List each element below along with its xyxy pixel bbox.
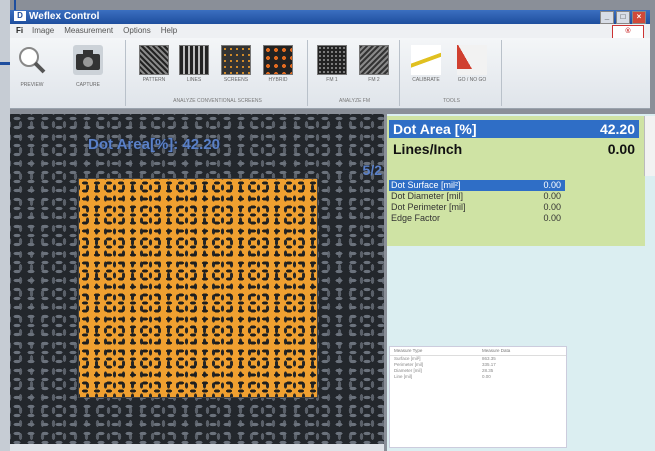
- app-logo-icon: D: [14, 11, 26, 22]
- table-row[interactable]: Line [mil] 0.00: [390, 374, 566, 380]
- fm2-button[interactable]: FM 2: [358, 45, 390, 89]
- lines-value: 0.00: [607, 141, 635, 157]
- hybrid-icon: [263, 45, 293, 75]
- pattern-button[interactable]: PATTERN: [138, 45, 170, 89]
- lines-row[interactable]: Lines/Inch 0.00: [389, 140, 639, 158]
- page-indicator: 5/2: [362, 162, 382, 178]
- dot-area-row[interactable]: Dot Area [%] 42.20: [389, 120, 639, 138]
- lines-label: Lines/Inch: [393, 141, 463, 157]
- camera-icon: [73, 45, 103, 75]
- fm-group-label: ANALYZE FM: [338, 98, 371, 104]
- calibrate-button[interactable]: CALIBRATE: [410, 45, 442, 89]
- menu-image[interactable]: Image: [32, 24, 54, 38]
- table-header: Measure Type Measure Data: [390, 347, 566, 356]
- results-panel: Dot Area [%] 42.20 Lines/Inch 0.00 Dot S…: [387, 114, 655, 451]
- column-header-type: Measure Type: [394, 348, 423, 353]
- list-item[interactable]: Dot Perimeter [mil] 0.00: [389, 202, 565, 213]
- app-window: D Weflex Control _ □ × Fi Image Measureme…: [0, 0, 655, 451]
- ribbon-toolbar: PREVIEW CAPTURE PATTERN LINES SCREENS HY…: [10, 38, 650, 109]
- tools-group-label: TOOLS: [443, 98, 460, 104]
- screens-icon: [221, 45, 251, 75]
- lines-icon: [179, 45, 209, 75]
- preview-label: PREVIEW: [20, 82, 44, 88]
- minimize-button[interactable]: _: [600, 11, 614, 24]
- left-edge: [0, 0, 10, 451]
- go-nogo-button[interactable]: GO / NO GO: [456, 45, 488, 89]
- maximize-button[interactable]: □: [616, 11, 630, 24]
- menu-options[interactable]: Options: [123, 24, 151, 38]
- gauge-icon: [457, 45, 487, 75]
- column-header-data: Measure Data: [482, 348, 511, 353]
- capture-label: CAPTURE: [76, 82, 100, 88]
- menu-help[interactable]: Help: [161, 24, 177, 38]
- hybrid-button[interactable]: HYBRID: [262, 45, 294, 89]
- close-button[interactable]: ×: [632, 11, 646, 24]
- list-item[interactable]: Dot Surface [mil²] 0.00: [389, 180, 565, 191]
- ribbon-group-tools: CALIBRATE GO / NO GO TOOLS: [402, 40, 502, 106]
- dot-area-overlay: Dot Area[%]: 42.20: [88, 136, 220, 153]
- list-item[interactable]: Dot Diameter [mil] 0.00: [389, 191, 565, 202]
- app-title: Weflex Control: [29, 11, 100, 22]
- capture-button[interactable]: CAPTURE: [72, 45, 104, 89]
- screens-group-label: ANALYZE CONVENTIONAL SCREENS: [173, 98, 262, 104]
- list-item[interactable]: Edge Factor 0.00: [389, 213, 565, 224]
- screens-button[interactable]: SCREENS: [220, 45, 252, 89]
- measurement-list: Dot Surface [mil²] 0.00 Dot Diameter [mil…: [389, 180, 565, 224]
- menu-bar: Fi Image Measurement Options Help ®: [10, 24, 650, 39]
- title-bar: D Weflex Control _ □ ×: [10, 10, 650, 24]
- fm2-icon: [359, 45, 389, 75]
- image-view[interactable]: Dot Area[%]: 42.20 5/2: [10, 114, 384, 444]
- measure-table: Measure Type Measure Data Surface [mil²]…: [389, 346, 567, 448]
- dot-area-value: 42.20: [599, 121, 635, 137]
- results-summary: Dot Area [%] 42.20 Lines/Inch 0.00 Dot S…: [387, 116, 645, 246]
- results-scrollbar[interactable]: [644, 116, 655, 176]
- preview-button[interactable]: PREVIEW: [16, 45, 48, 89]
- lines-button[interactable]: LINES: [178, 45, 210, 89]
- magnifier-icon: [19, 47, 46, 74]
- dot-area-label: Dot Area [%]: [393, 121, 477, 137]
- image-horizontal-scrollbar[interactable]: [10, 444, 384, 451]
- analysis-region[interactable]: [78, 178, 318, 398]
- fm1-icon: [317, 45, 347, 75]
- calibrate-icon: [411, 45, 441, 75]
- menu-measurement[interactable]: Measurement: [64, 24, 113, 38]
- menu-file[interactable]: Fi: [16, 24, 23, 38]
- window-controls: _ □ ×: [600, 11, 646, 24]
- ribbon-group-fm: FM 1 FM 2 ANALYZE FM: [310, 40, 400, 106]
- fm1-button[interactable]: FM 1: [316, 45, 348, 89]
- pattern-icon: [139, 45, 169, 75]
- ribbon-group-screens: PATTERN LINES SCREENS HYBRID ANALYZE CON…: [128, 40, 308, 106]
- brand-logo: ®: [612, 25, 644, 39]
- ribbon-group-preview: PREVIEW CAPTURE: [10, 40, 126, 106]
